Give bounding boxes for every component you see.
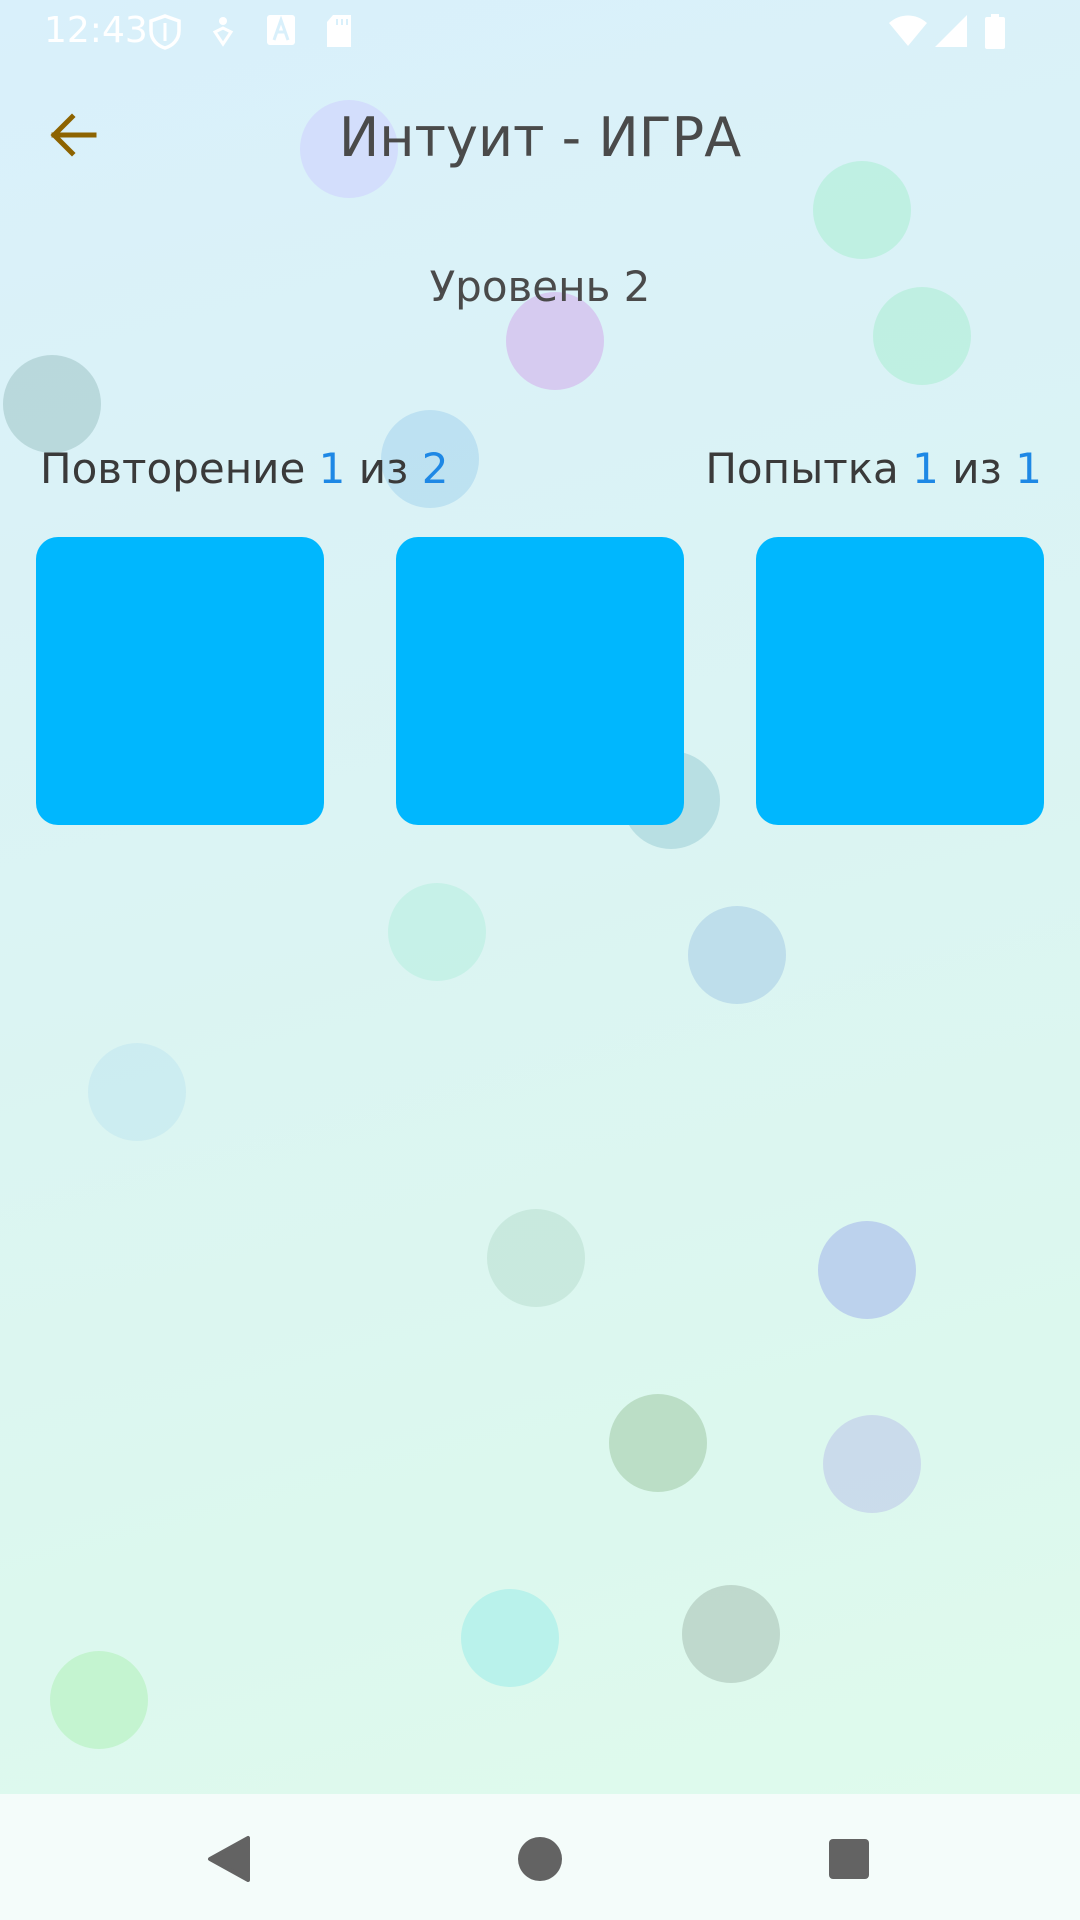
sd-card-icon <box>325 14 353 52</box>
game-tile-2[interactable] <box>396 537 684 825</box>
signal-icon <box>934 14 968 52</box>
repeat-counter: Повторение 1 из 2 <box>40 444 448 493</box>
bubble <box>818 1221 916 1319</box>
battery-icon <box>984 14 1006 54</box>
shield-icon <box>148 14 182 54</box>
nav-back-button[interactable] <box>184 1816 274 1906</box>
bubble <box>388 883 486 981</box>
repeat-label: Повторение <box>40 444 306 493</box>
bubble <box>813 161 911 259</box>
nav-recents-button[interactable] <box>804 1816 894 1906</box>
status-bar: 12:43 <box>0 0 1080 62</box>
level-label: Уровень 2 <box>429 262 651 311</box>
system-nav-bar <box>0 1794 1080 1920</box>
attempt-counter: Попытка 1 из 1 <box>705 444 1042 493</box>
bubble <box>50 1651 148 1749</box>
bubble <box>3 355 101 453</box>
back-triangle-icon <box>206 1835 252 1887</box>
home-circle-icon <box>517 1836 563 1886</box>
bubble <box>682 1585 780 1683</box>
page-title: Интуит - ИГРА <box>338 106 742 169</box>
status-time: 12:43 <box>44 10 148 51</box>
recents-square-icon <box>828 1838 870 1884</box>
wifi-icon <box>888 14 928 52</box>
nav-home-button[interactable] <box>495 1816 585 1906</box>
bubble <box>688 906 786 1004</box>
repeat-current: 1 <box>318 444 346 493</box>
game-tile-3[interactable] <box>756 537 1044 825</box>
accessibility-icon <box>210 14 236 52</box>
attempt-sep: из <box>952 444 1002 493</box>
game-tile-1[interactable] <box>36 537 324 825</box>
bubble <box>609 1394 707 1492</box>
bubble <box>88 1043 186 1141</box>
bubble <box>823 1415 921 1513</box>
bubble <box>487 1209 585 1307</box>
bubble <box>461 1589 559 1687</box>
repeat-sep: из <box>358 444 409 493</box>
attempt-current: 1 <box>912 444 939 493</box>
repeat-total: 2 <box>421 444 449 493</box>
attempt-label: Попытка <box>705 444 899 493</box>
attempt-total: 1 <box>1015 444 1042 493</box>
font-a-icon <box>266 14 296 50</box>
